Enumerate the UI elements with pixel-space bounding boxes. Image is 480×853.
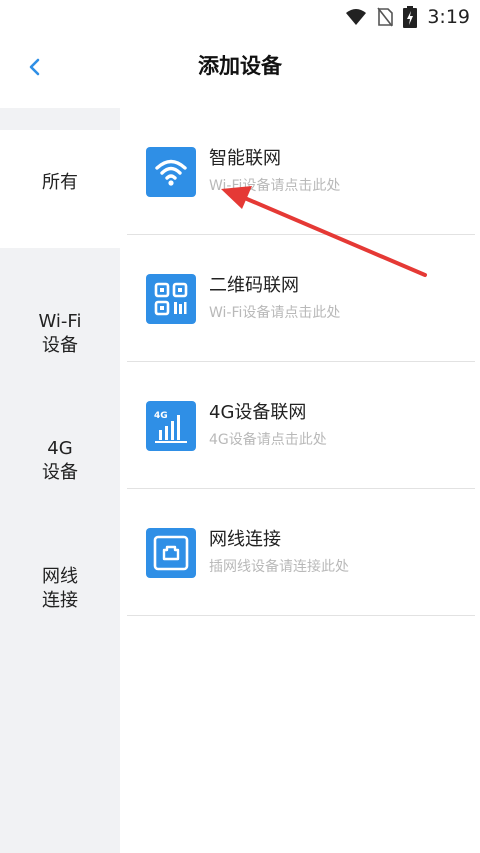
sidebar-item-ethernet[interactable]: 网线 连接 bbox=[0, 541, 120, 613]
option-desc: 4G设备请点击此处 bbox=[209, 432, 327, 448]
status-time: 3:19 bbox=[427, 6, 470, 28]
option-qr-network[interactable]: 二维码联网 Wi-Fi设备请点击此处 bbox=[127, 235, 475, 362]
wifi-signal-icon bbox=[346, 9, 367, 25]
wifi-icon bbox=[146, 147, 196, 197]
sidebar-item-all[interactable]: 所有 bbox=[0, 130, 120, 248]
option-ethernet[interactable]: 网线连接 插网线设备请连接此处 bbox=[127, 489, 475, 616]
qr-code-icon bbox=[146, 274, 196, 324]
status-bar: 3:19 bbox=[0, 0, 480, 34]
option-desc: 插网线设备请连接此处 bbox=[209, 559, 349, 575]
category-sidebar: 所有 Wi-Fi 设备 4G 设备 网线 连接 bbox=[0, 108, 120, 853]
page-title: 添加设备 bbox=[198, 54, 282, 78]
sidebar-item-label: 网线 连接 bbox=[42, 566, 78, 611]
option-name: 二维码联网 bbox=[209, 275, 299, 296]
svg-text:4G: 4G bbox=[154, 411, 168, 421]
option-name: 4G设备联网 bbox=[209, 402, 307, 423]
option-smart-network[interactable]: 智能联网 Wi-Fi设备请点击此处 bbox=[127, 108, 475, 235]
signal-4g-icon: 4G bbox=[146, 401, 196, 451]
option-desc: Wi-Fi设备请点击此处 bbox=[209, 305, 341, 321]
ethernet-icon bbox=[146, 528, 196, 578]
battery-charging-icon bbox=[403, 6, 418, 28]
sidebar-item-4g[interactable]: 4G 设备 bbox=[0, 413, 120, 485]
option-4g-network[interactable]: 4G 4G设备联网 4G设备请点击此处 bbox=[127, 362, 475, 489]
no-sim-icon bbox=[377, 7, 394, 27]
option-name: 网线连接 bbox=[209, 529, 281, 550]
app-header: 添加设备 bbox=[0, 34, 480, 100]
sidebar-item-label: Wi-Fi 设备 bbox=[38, 311, 82, 356]
option-name: 智能联网 bbox=[209, 148, 281, 169]
sidebar-item-label: 所有 bbox=[42, 172, 78, 193]
sidebar-item-label: 4G 设备 bbox=[42, 438, 78, 483]
sidebar-item-wifi[interactable]: Wi-Fi 设备 bbox=[0, 286, 120, 358]
option-desc: Wi-Fi设备请点击此处 bbox=[209, 178, 341, 194]
